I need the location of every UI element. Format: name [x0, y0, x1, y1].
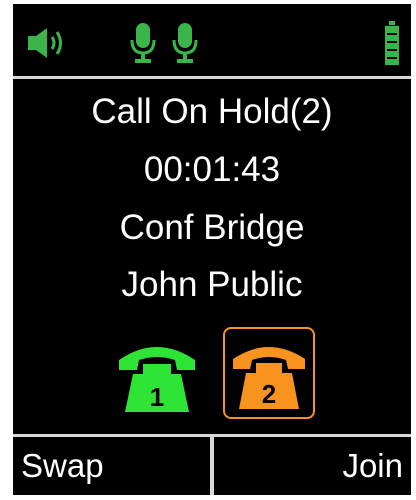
screen: Call On Hold(2) 00:01:43 Conf Bridge Joh… — [13, 4, 411, 495]
call-timer: 00:01:43 — [143, 150, 281, 189]
microphone-icon — [130, 23, 156, 63]
caller-name-2: John Public — [121, 265, 303, 304]
speaker-icon — [28, 28, 62, 58]
join-softkey[interactable]: Join — [214, 437, 411, 495]
softkey-bar: Swap Join — [13, 434, 411, 495]
phone-display: Call On Hold(2) 00:01:43 Conf Bridge Joh… — [0, 0, 416, 500]
call-line-2[interactable]: 2 — [223, 327, 315, 419]
line-number: 2 — [261, 379, 277, 409]
line-number: 1 — [149, 382, 165, 412]
caller-name-1: Conf Bridge — [119, 208, 305, 247]
battery-icon — [385, 21, 399, 65]
swap-softkey[interactable]: Swap — [13, 437, 210, 495]
status-divider — [13, 76, 411, 79]
microphone-icon — [172, 23, 198, 63]
status-bar — [13, 4, 411, 76]
call-status: Call On Hold(2) — [91, 92, 333, 131]
call-line-1[interactable]: 1 — [113, 330, 201, 418]
